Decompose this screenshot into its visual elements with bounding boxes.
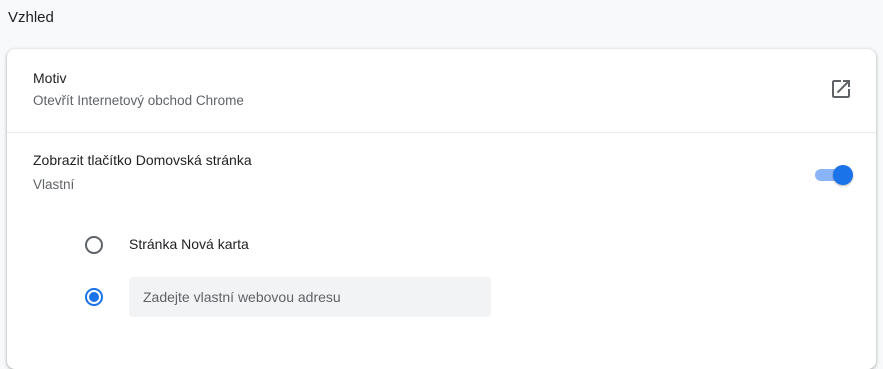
theme-row[interactable]: Motiv Otevřít Internetový obchod Chrome bbox=[7, 49, 876, 133]
radio-selected-dot bbox=[89, 292, 99, 302]
new-tab-label[interactable]: Stránka Nová karta bbox=[129, 236, 249, 252]
new-tab-radio[interactable] bbox=[85, 236, 103, 254]
toggle-knob bbox=[833, 165, 853, 185]
custom-url-radio[interactable] bbox=[85, 288, 103, 306]
appearance-card: Motiv Otevřít Internetový obchod Chrome … bbox=[7, 49, 876, 369]
custom-url-input[interactable] bbox=[129, 277, 491, 317]
open-in-new-icon[interactable] bbox=[829, 77, 853, 101]
home-button-toggle[interactable] bbox=[813, 165, 853, 185]
home-button-subtitle: Vlastní bbox=[33, 177, 75, 192]
theme-subtitle: Otevřít Internetový obchod Chrome bbox=[33, 93, 244, 108]
section-title: Vzhled bbox=[8, 9, 54, 26]
home-button-title: Zobrazit tlačítko Domovská stránka bbox=[33, 152, 252, 168]
theme-title: Motiv bbox=[33, 70, 67, 86]
